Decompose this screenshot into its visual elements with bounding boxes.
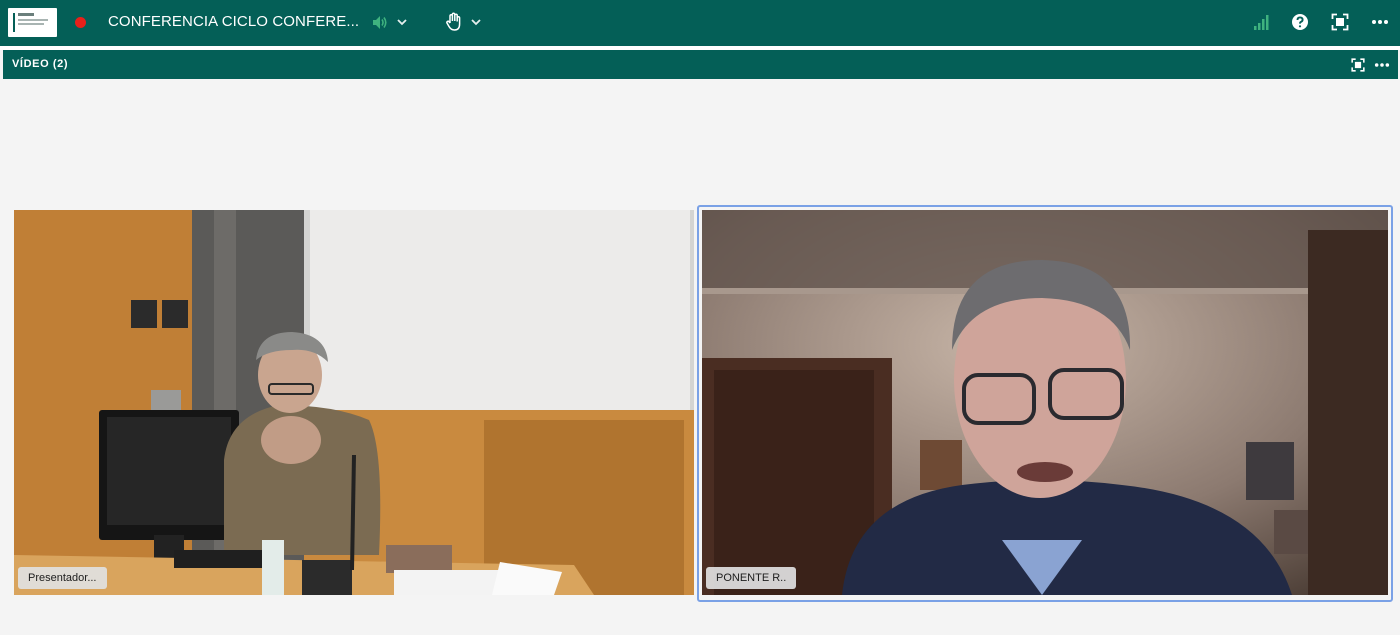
top-bar: CONFERENCIA CICLO CONFERE...: [0, 0, 1400, 46]
fullscreen-icon[interactable]: [1331, 13, 1349, 31]
raise-hand-icon[interactable]: [445, 12, 464, 32]
more-options-icon[interactable]: [1374, 62, 1390, 68]
video-panel-header: VÍDEO (2): [3, 50, 1398, 79]
help-icon[interactable]: [1291, 13, 1309, 31]
chevron-down-icon[interactable]: [470, 16, 482, 28]
connection-signal-icon[interactable]: [1253, 13, 1271, 31]
recording-dot-icon[interactable]: [75, 17, 86, 28]
chevron-down-icon[interactable]: [396, 16, 408, 28]
active-speaker-highlight: [697, 205, 1393, 602]
participant-name-tag: PONENTE R..: [706, 567, 797, 589]
video-tile-presenter[interactable]: [14, 210, 694, 595]
presenter-video-feed: [14, 210, 694, 595]
participant-name-tag: Presentador...: [18, 567, 107, 589]
meeting-title: CONFERENCIA CICLO CONFERE...: [108, 13, 360, 30]
video-panel-title: VÍDEO (2): [12, 58, 69, 70]
more-options-icon[interactable]: [1371, 19, 1389, 25]
fullscreen-icon[interactable]: [1351, 58, 1365, 72]
institution-logo: [8, 8, 57, 37]
speaker-volume-icon[interactable]: [371, 14, 389, 31]
